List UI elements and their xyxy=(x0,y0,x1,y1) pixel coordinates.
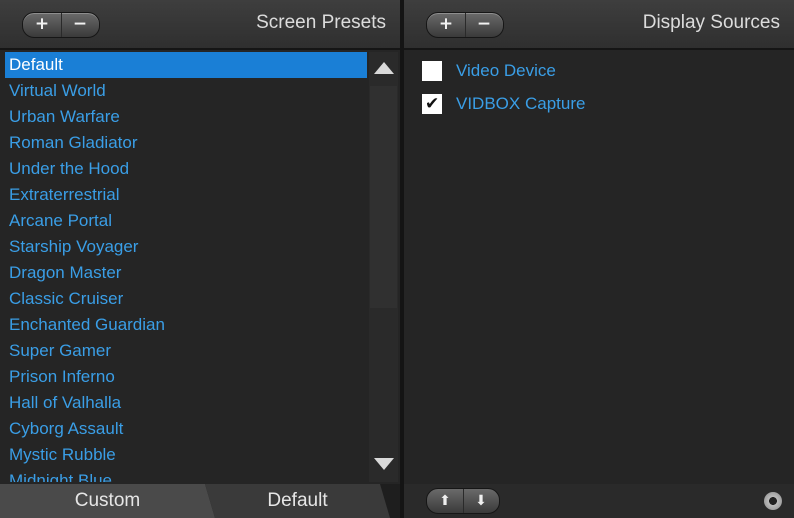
checkmark-icon: ✔ xyxy=(425,94,440,113)
remove-source-button[interactable]: − xyxy=(465,13,503,37)
screen-presets-header: + − Screen Presets xyxy=(0,0,400,50)
display-sources-footer: ⬆ ⬇ xyxy=(404,484,794,518)
list-item[interactable]: Mystic Rubble xyxy=(5,442,367,468)
source-label: VIDBOX Capture xyxy=(456,94,586,113)
list-item[interactable]: Under the Hood xyxy=(5,156,367,182)
remove-preset-button[interactable]: − xyxy=(61,13,99,37)
arrow-up-icon: ⬆ xyxy=(439,493,451,509)
display-sources-title: Display Sources xyxy=(642,12,780,33)
source-checkbox[interactable]: ✔ xyxy=(422,94,442,114)
list-item[interactable]: Arcane Portal xyxy=(5,208,367,234)
list-item[interactable]: Extraterrestrial xyxy=(5,182,367,208)
list-item[interactable]: Urban Warfare xyxy=(5,104,367,130)
list-item[interactable]: Virtual World xyxy=(5,78,367,104)
list-item[interactable]: Prison Inferno xyxy=(5,364,367,390)
gear-icon[interactable] xyxy=(764,492,782,510)
move-down-button[interactable]: ⬇ xyxy=(463,489,499,513)
move-up-button[interactable]: ⬆ xyxy=(427,489,464,513)
plus-icon: + xyxy=(438,14,454,34)
add-source-button[interactable]: + xyxy=(427,13,466,37)
scroll-up-icon[interactable] xyxy=(374,62,394,74)
list-item[interactable]: Dragon Master xyxy=(5,260,367,286)
preset-list: Default Virtual World Urban Warfare Roma… xyxy=(5,52,367,482)
reorder-source-control: ⬆ ⬇ xyxy=(426,488,500,514)
list-item[interactable]: Midnight Blue xyxy=(5,468,367,482)
plus-icon: + xyxy=(34,14,50,34)
add-preset-button[interactable]: + xyxy=(23,13,62,37)
source-checkbox[interactable] xyxy=(422,61,442,81)
display-sources-panel: + − Display Sources Video Device ✔ VIDBO… xyxy=(404,0,794,518)
list-item[interactable]: Default xyxy=(5,52,367,78)
minus-icon: − xyxy=(72,14,88,34)
screen-presets-title: Screen Presets xyxy=(256,12,386,33)
list-item[interactable]: Super Gamer xyxy=(5,338,367,364)
display-sources-header: + − Display Sources xyxy=(404,0,794,50)
screen-presets-panel: + − Screen Presets Default Virtual World… xyxy=(0,0,400,518)
minus-icon: − xyxy=(476,14,492,34)
list-item[interactable]: Starship Voyager xyxy=(5,234,367,260)
tab-custom[interactable]: Custom xyxy=(0,484,215,518)
tab-default[interactable]: Default xyxy=(205,484,390,518)
preset-tabs: Custom Default xyxy=(0,484,400,518)
list-item[interactable]: Classic Cruiser xyxy=(5,286,367,312)
preset-list-scrollbar[interactable] xyxy=(369,52,398,482)
source-label: Video Device xyxy=(456,61,556,80)
scroll-down-icon[interactable] xyxy=(374,458,394,470)
add-remove-source-control: + − xyxy=(426,12,504,38)
add-remove-preset-control: + − xyxy=(22,12,100,38)
list-item[interactable]: Hall of Valhalla xyxy=(5,390,367,416)
list-item[interactable]: Enchanted Guardian xyxy=(5,312,367,338)
list-item[interactable]: Roman Gladiator xyxy=(5,130,367,156)
arrow-down-icon: ⬇ xyxy=(475,493,487,509)
scrollbar-thumb[interactable] xyxy=(370,86,397,308)
list-item[interactable]: Cyborg Assault xyxy=(5,416,367,442)
